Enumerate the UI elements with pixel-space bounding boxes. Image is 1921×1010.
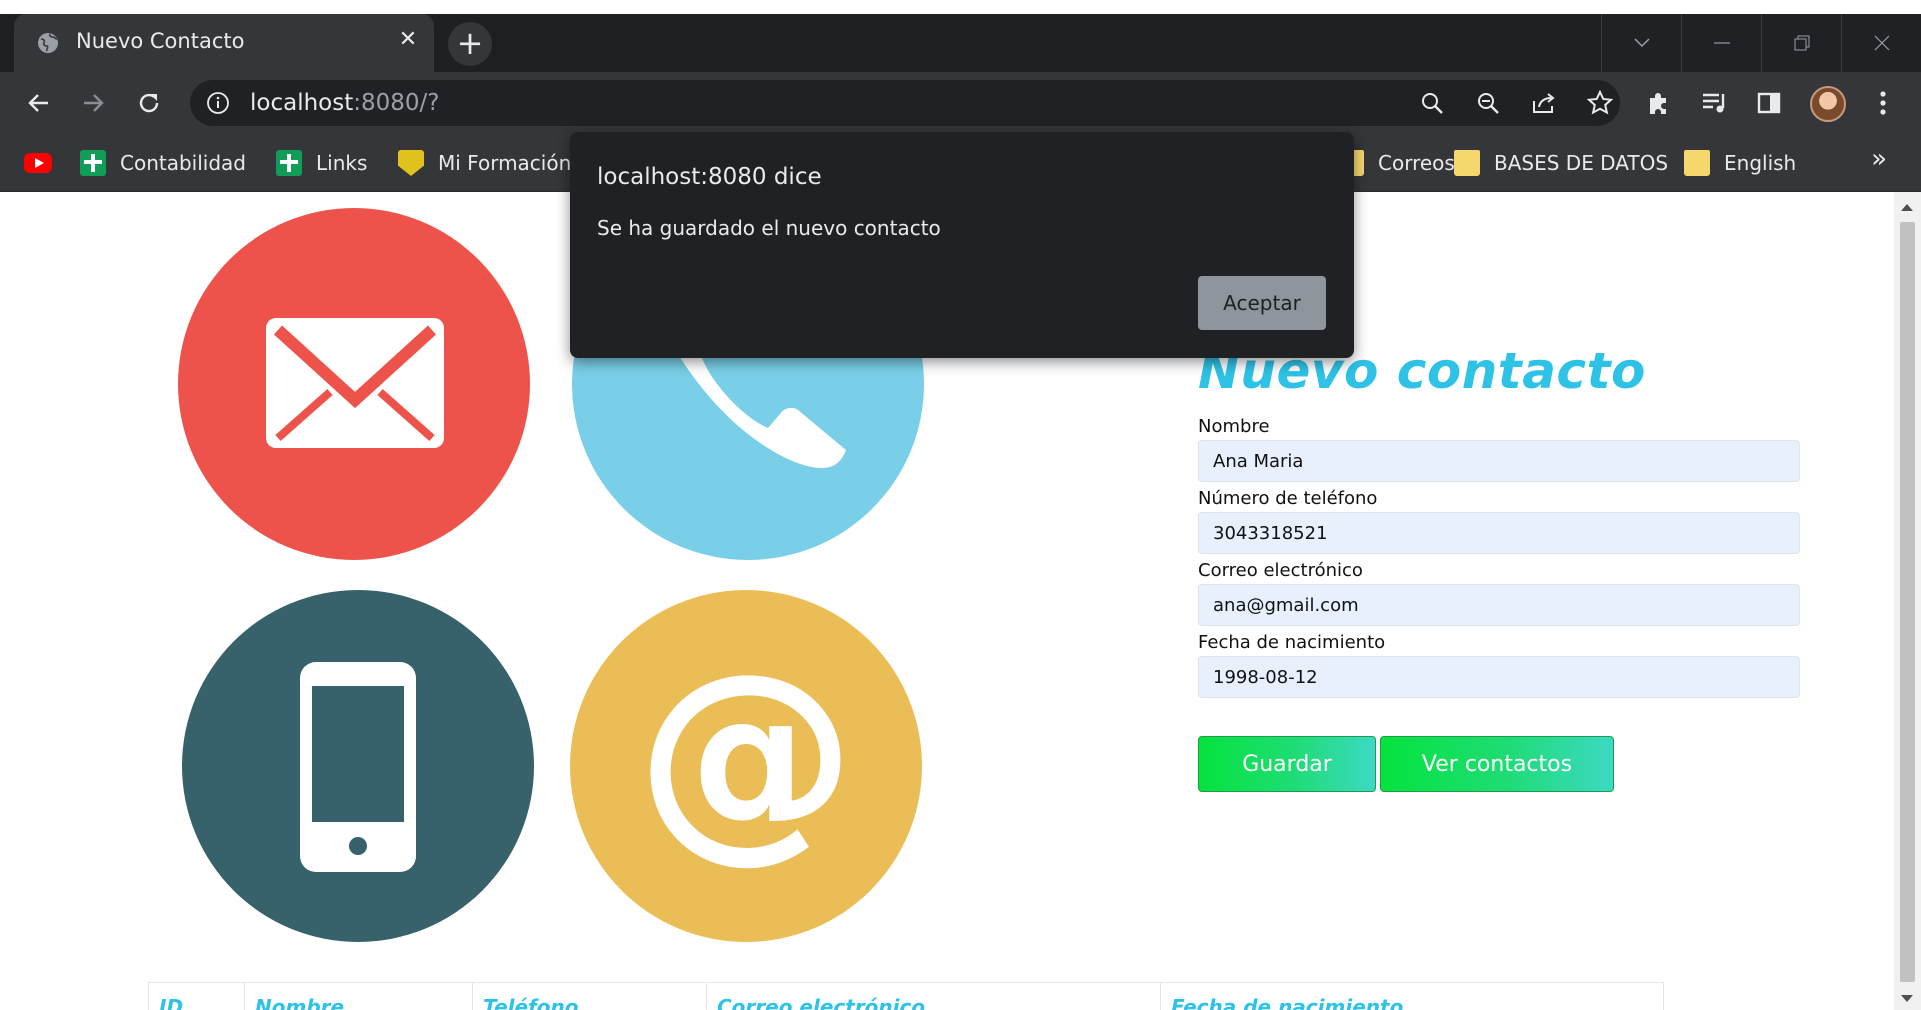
alert-dialog: localhost:8080 dice Se ha guardado el nu…: [570, 132, 1354, 358]
url-text[interactable]: localhost:8080/?: [250, 90, 440, 116]
forward-arrow-icon[interactable]: [72, 82, 114, 124]
folder-icon: [1454, 150, 1480, 176]
side-panel-icon[interactable]: [1754, 88, 1784, 118]
dialog-title: localhost:8080 dice: [597, 164, 822, 190]
telefono-label: Número de teléfono: [1198, 488, 1378, 509]
browser-tab[interactable]: Nuevo Contacto ✕: [14, 14, 434, 72]
at-sign-icon: @: [570, 590, 922, 942]
dialog-message: Se ha guardado el nuevo contacto: [597, 216, 941, 240]
table-header-telefono: Teléfono: [473, 983, 707, 1010]
bookmark-links[interactable]: Links: [276, 148, 367, 178]
minimize-icon[interactable]: [1681, 14, 1761, 72]
folder-icon: [1684, 150, 1710, 176]
restore-icon[interactable]: [1761, 14, 1841, 72]
scroll-thumb[interactable]: [1900, 222, 1915, 982]
sheets-icon: [276, 150, 302, 176]
back-arrow-icon[interactable]: [18, 82, 60, 124]
bookmark-bases-de-datos[interactable]: BASES DE DATOS: [1454, 148, 1668, 178]
bookmark-contabilidad[interactable]: Contabilidad: [80, 148, 246, 178]
url-host: localhost: [250, 90, 354, 116]
svg-text:@: @: [636, 626, 856, 882]
url-path: :8080/?: [353, 90, 440, 116]
scroll-up-arrow-icon[interactable]: [1901, 204, 1913, 211]
bookmark-english[interactable]: English: [1684, 148, 1796, 178]
fecha-input[interactable]: 1998-08-12: [1198, 656, 1800, 698]
profile-avatar[interactable]: [1810, 86, 1846, 122]
zoom-out-icon[interactable]: [1474, 89, 1502, 117]
bookmark-label: Links: [316, 151, 368, 175]
top-strip: [0, 0, 1921, 14]
tab-close-icon[interactable]: ✕: [394, 26, 422, 54]
scroll-down-arrow-icon[interactable]: [1901, 995, 1913, 1002]
mobile-phone-icon: [182, 590, 534, 942]
table-header-correo: Correo electrónico: [707, 983, 1161, 1010]
search-icon[interactable]: [1418, 89, 1446, 117]
close-window-icon[interactable]: [1841, 14, 1921, 72]
nombre-input[interactable]: Ana Maria: [1198, 440, 1800, 482]
bookmark-label: Contabilidad: [120, 151, 246, 175]
shield-icon: [398, 150, 424, 176]
reload-icon[interactable]: [128, 82, 170, 124]
globe-icon: [38, 33, 58, 53]
bookmark-mi-formacion[interactable]: Mi Formación: [398, 148, 571, 178]
page-scrollbar[interactable]: [1894, 192, 1921, 1010]
bookmark-label: English: [1724, 151, 1797, 175]
table-header-id: ID: [149, 983, 245, 1010]
tab-title: Nuevo Contacto: [76, 29, 245, 53]
tab-search-icon[interactable]: [1601, 14, 1681, 72]
info-icon[interactable]: [206, 91, 230, 115]
share-icon[interactable]: [1530, 89, 1558, 117]
browser-toolbar: localhost:8080/?: [0, 72, 1921, 134]
more-bookmarks-icon[interactable]: »: [1871, 144, 1887, 174]
bookmark-youtube[interactable]: [24, 148, 66, 178]
correo-label: Correo electrónico: [1198, 560, 1363, 581]
extensions-icon[interactable]: [1644, 88, 1674, 118]
ver-contactos-button[interactable]: Ver contactos: [1380, 736, 1614, 792]
title-bar: Nuevo Contacto ✕ +: [0, 14, 1921, 72]
bookmark-star-icon[interactable]: [1586, 89, 1614, 117]
aceptar-button[interactable]: Aceptar: [1198, 276, 1326, 330]
guardar-button[interactable]: Guardar: [1198, 736, 1376, 792]
telefono-input[interactable]: 3043318521: [1198, 512, 1800, 554]
address-bar[interactable]: localhost:8080/?: [190, 80, 1620, 126]
media-queue-icon[interactable]: [1700, 88, 1730, 118]
new-tab-button[interactable]: +: [448, 22, 492, 66]
table-header-fecha: Fecha de nacimiento: [1171, 995, 1404, 1010]
email-envelope-icon: [178, 208, 530, 560]
nombre-label: Nombre: [1198, 416, 1270, 437]
bookmark-label: Mi Formación: [438, 151, 572, 175]
correo-input[interactable]: ana@gmail.com: [1198, 584, 1800, 626]
menu-kebab-icon[interactable]: [1868, 88, 1898, 118]
window-controls: [1601, 14, 1921, 72]
bookmark-correos[interactable]: Correos: [1338, 148, 1455, 178]
table-header-nombre: Nombre: [245, 983, 473, 1010]
fecha-label: Fecha de nacimiento: [1198, 632, 1386, 653]
browser-window: Nuevo Contacto ✕ + localhost:8080/? Cont…: [0, 0, 1921, 1010]
bookmark-label: Correos: [1378, 151, 1455, 175]
sheets-icon: [80, 150, 106, 176]
bookmark-label: BASES DE DATOS: [1494, 151, 1669, 175]
contacts-table-header: ID Nombre Teléfono Correo electrónico Fe…: [148, 982, 1664, 1010]
youtube-icon: [24, 153, 52, 173]
